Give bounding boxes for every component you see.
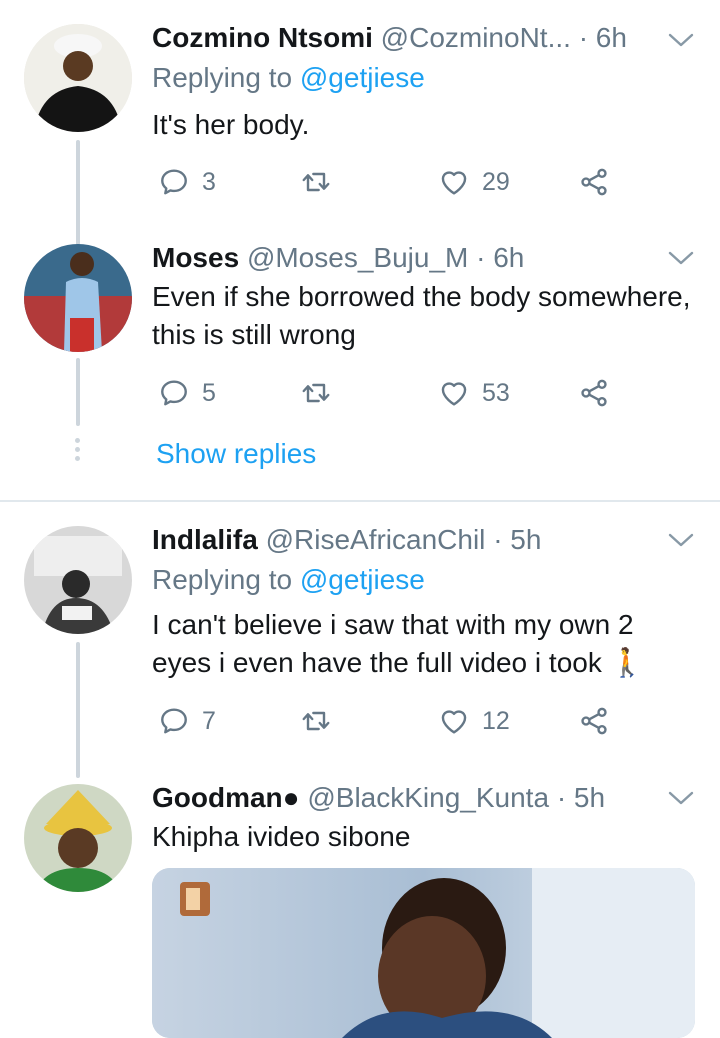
tweet-actions: 3 29 — [152, 162, 632, 202]
timestamp[interactable]: · 6h — [579, 22, 627, 53]
reply-button[interactable]: 7 — [158, 701, 216, 741]
like-icon — [438, 377, 470, 409]
tweet-moses[interactable]: Moses @Moses_Buju_M · 6h Even if she bor… — [0, 240, 720, 500]
tweet-text: It's her body. — [152, 109, 310, 140]
tweet-text: Even if she borrowed the body somewhere,… — [152, 281, 691, 350]
reply-icon — [158, 377, 190, 409]
reply-button[interactable]: 5 — [158, 373, 216, 413]
like-button[interactable]: 12 — [438, 701, 510, 741]
chevron-down-icon[interactable] — [668, 32, 694, 48]
share-button[interactable] — [578, 701, 610, 741]
replying-to-label: Replying to — [152, 62, 293, 93]
replying-to-handle[interactable]: @getjiese — [300, 564, 425, 595]
reply-icon — [158, 166, 190, 198]
reply-count: 5 — [202, 378, 216, 407]
thread-line — [76, 140, 80, 250]
show-replies-link[interactable]: Show replies — [156, 438, 316, 470]
tweet-header: Indlalifa @RiseAfricanChil · 5h — [152, 522, 541, 558]
like-count: 12 — [482, 706, 510, 735]
timestamp[interactable]: · 5h — [493, 524, 541, 555]
replying-to: Replying to @getjiese — [152, 60, 425, 96]
retweet-button[interactable] — [300, 701, 332, 741]
share-button[interactable] — [578, 373, 610, 413]
tweet-text: I can't believe i saw that with my own 2… — [152, 609, 645, 678]
chevron-down-icon[interactable] — [668, 532, 694, 548]
display-name[interactable]: Moses — [152, 242, 239, 273]
tweet-actions: 5 53 — [152, 373, 632, 413]
tweet-header: Moses @Moses_Buju_M · 6h — [152, 240, 524, 276]
like-button[interactable]: 29 — [438, 162, 510, 202]
display-name[interactable]: Goodman● — [152, 782, 300, 813]
timestamp[interactable]: · 5h — [557, 782, 605, 813]
avatar[interactable] — [24, 24, 132, 132]
tweet-cozmino[interactable]: Cozmino Ntsomi @CozminoNt... · 6h Replyi… — [0, 0, 720, 250]
tweet-header: Goodman● @BlackKing_Kunta · 5h — [152, 780, 605, 816]
display-name[interactable]: Indlalifa — [152, 524, 258, 555]
tweet-indlalifa[interactable]: Indlalifa @RiseAfricanChil · 5h Replying… — [0, 502, 720, 778]
thread-line — [76, 642, 80, 778]
share-button[interactable] — [578, 162, 610, 202]
chevron-down-icon[interactable] — [668, 790, 694, 806]
more-replies-dots — [75, 438, 81, 465]
like-icon — [438, 705, 470, 737]
tweet-actions: 7 12 — [152, 701, 632, 741]
display-name[interactable]: Cozmino Ntsomi — [152, 22, 373, 53]
retweet-icon — [300, 705, 332, 737]
share-icon — [578, 705, 610, 737]
reply-button[interactable]: 3 — [158, 162, 216, 202]
like-icon — [438, 166, 470, 198]
share-icon — [578, 377, 610, 409]
retweet-button[interactable] — [300, 162, 332, 202]
tweet-text: Khipha ivideo sibone — [152, 821, 411, 852]
replying-to-handle[interactable]: @getjiese — [300, 62, 425, 93]
like-count: 29 — [482, 167, 510, 196]
user-handle[interactable]: @RiseAfricanChil — [266, 524, 486, 555]
thread-line — [76, 358, 80, 426]
avatar[interactable] — [24, 784, 132, 892]
user-handle[interactable]: @BlackKing_Kunta — [307, 782, 549, 813]
replying-to: Replying to @getjiese — [152, 562, 425, 598]
reply-count: 7 — [202, 706, 216, 735]
chevron-down-icon[interactable] — [668, 250, 694, 266]
retweet-icon — [300, 166, 332, 198]
tweet-header: Cozmino Ntsomi @CozminoNt... · 6h — [152, 20, 627, 56]
like-count: 53 — [482, 378, 510, 407]
avatar[interactable] — [24, 244, 132, 352]
user-handle[interactable]: @CozminoNt... — [381, 22, 571, 53]
tweet-media-image[interactable] — [152, 868, 695, 1038]
retweet-icon — [300, 377, 332, 409]
retweet-button[interactable] — [300, 373, 332, 413]
share-icon — [578, 166, 610, 198]
user-handle[interactable]: @Moses_Buju_M — [247, 242, 468, 273]
avatar[interactable] — [24, 526, 132, 634]
reply-icon — [158, 705, 190, 737]
like-button[interactable]: 53 — [438, 373, 510, 413]
timestamp[interactable]: · 6h — [476, 242, 524, 273]
replying-to-label: Replying to — [152, 564, 293, 595]
reply-count: 3 — [202, 167, 216, 196]
